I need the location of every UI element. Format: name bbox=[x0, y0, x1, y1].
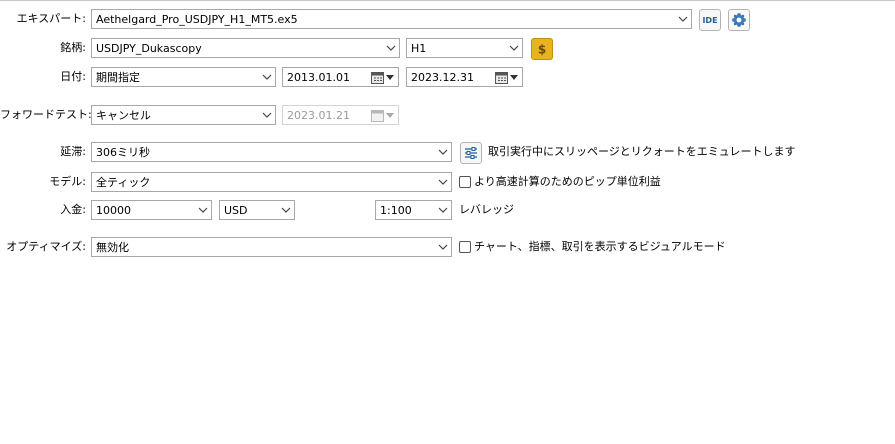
calendar-icon bbox=[371, 71, 384, 84]
date-from-picker[interactable]: 2013.01.01 bbox=[282, 67, 399, 87]
model-value: 全ティック bbox=[96, 176, 151, 189]
expert-label: エキスパート: bbox=[16, 12, 86, 25]
delay-value: 306ミリ秒 bbox=[96, 146, 150, 159]
expert-value: Aethelgard_Pro_USDJPY_H1_MT5.ex5 bbox=[96, 12, 298, 26]
expert-select[interactable]: Aethelgard_Pro_USDJPY_H1_MT5.ex5 bbox=[91, 9, 692, 29]
delay-settings-button[interactable] bbox=[460, 142, 482, 164]
top-divider bbox=[0, 0, 895, 1]
chevron-down-icon bbox=[259, 68, 275, 86]
delay-label: 延滞: bbox=[60, 145, 86, 158]
model-label: モデル: bbox=[49, 175, 86, 188]
dropdown-arrow-icon bbox=[385, 112, 395, 118]
chevron-down-icon bbox=[435, 143, 451, 161]
ide-icon: IDE bbox=[702, 15, 718, 25]
date-to-picker[interactable]: 2023.12.31 bbox=[406, 67, 523, 87]
date-to-value: 2023.12.31 bbox=[411, 70, 474, 84]
chevron-down-icon bbox=[435, 201, 451, 219]
settings-button[interactable] bbox=[728, 9, 750, 31]
timeframe-select[interactable]: H1 bbox=[406, 38, 523, 58]
currency-select[interactable]: USD bbox=[219, 200, 295, 220]
deposit-label: 入金: bbox=[60, 203, 86, 216]
chevron-down-icon bbox=[506, 39, 522, 57]
svg-text:$: $ bbox=[538, 43, 546, 57]
delay-select[interactable]: 306ミリ秒 bbox=[91, 142, 452, 162]
chevron-down-icon bbox=[435, 238, 451, 256]
dropdown-arrow-icon bbox=[385, 74, 395, 80]
date-from-value: 2013.01.01 bbox=[287, 70, 350, 84]
delay-description: 取引実行中にスリッページとリクォートをエミュレートします bbox=[488, 145, 796, 158]
pip-profit-label: より高速計算のためのピップ単位利益 bbox=[474, 175, 661, 188]
calendar-icon bbox=[495, 71, 508, 84]
leverage-value: 1:100 bbox=[380, 203, 412, 217]
forward-date-value: 2023.01.21 bbox=[287, 108, 350, 122]
visual-mode-label: チャート、指標、取引を表示するビジュアルモード bbox=[474, 240, 726, 253]
optimization-value: 無効化 bbox=[96, 241, 129, 254]
deposit-amount-value: 10000 bbox=[96, 203, 131, 217]
chevron-down-icon bbox=[278, 201, 294, 219]
symbol-value: USDJPY_Dukascopy bbox=[96, 41, 202, 55]
optimization-select[interactable]: 無効化 bbox=[91, 237, 452, 257]
chevron-down-icon bbox=[195, 201, 211, 219]
currency-value: USD bbox=[224, 203, 248, 217]
optimization-label: オプティマイズ: bbox=[6, 240, 86, 253]
forward-value: キャンセル bbox=[96, 109, 151, 122]
dropdown-arrow-icon bbox=[509, 74, 519, 80]
gear-icon bbox=[732, 13, 746, 27]
forward-label: フォワードテスト: bbox=[0, 108, 92, 121]
leverage-select[interactable]: 1:100 bbox=[375, 200, 452, 220]
chevron-down-icon bbox=[675, 10, 691, 28]
forward-date-picker: 2023.01.21 bbox=[282, 105, 399, 125]
chevron-down-icon bbox=[259, 106, 275, 124]
dollar-icon: $ bbox=[538, 43, 546, 57]
leverage-label: レバレッジ bbox=[459, 203, 514, 216]
symbol-select[interactable]: USDJPY_Dukascopy bbox=[91, 38, 400, 58]
deposit-amount-select[interactable]: 10000 bbox=[91, 200, 212, 220]
symbol-properties-button[interactable]: $ bbox=[531, 38, 553, 60]
pip-profit-checkbox[interactable] bbox=[459, 176, 471, 188]
date-mode-select[interactable]: 期間指定 bbox=[91, 67, 276, 87]
date-label: 日付: bbox=[60, 70, 86, 83]
sliders-icon bbox=[465, 147, 477, 159]
chevron-down-icon bbox=[435, 173, 451, 191]
model-select[interactable]: 全ティック bbox=[91, 172, 452, 192]
chevron-down-icon bbox=[383, 39, 399, 57]
visual-mode-checkbox[interactable] bbox=[459, 241, 471, 253]
calendar-icon bbox=[371, 109, 384, 122]
symbol-label: 銘柄: bbox=[60, 41, 86, 54]
timeframe-value: H1 bbox=[411, 41, 427, 55]
forward-select[interactable]: キャンセル bbox=[91, 105, 276, 125]
ide-button[interactable]: IDE bbox=[699, 9, 721, 31]
date-mode-value: 期間指定 bbox=[96, 71, 140, 84]
